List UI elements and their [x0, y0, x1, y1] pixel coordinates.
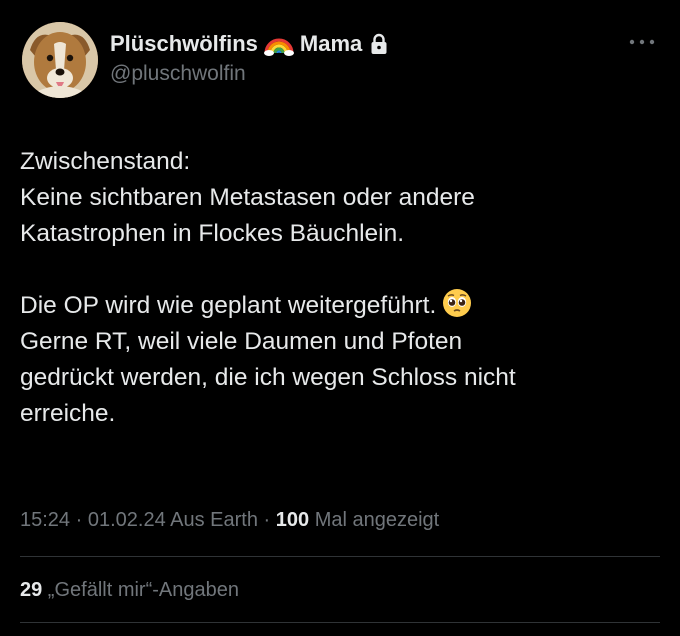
rainbow-emoji-icon [263, 31, 294, 57]
likes-count[interactable]: 29 [20, 579, 42, 601]
more-options-icon[interactable] [628, 34, 656, 45]
tweet-header: Plüschwölfins Mama @pluschwolfin [20, 20, 660, 100]
tweet-stats[interactable]: 29 „Gefällt mir“-Angaben [20, 576, 239, 604]
pleading-face-emoji-icon [442, 288, 472, 318]
tweet-location: Aus Earth [165, 509, 258, 531]
author-handle[interactable]: @pluschwolfin [110, 60, 388, 88]
tweet-line: erreiche. [20, 400, 116, 427]
author-display-name[interactable]: Plüschwölfins Mama [110, 30, 388, 58]
views-count[interactable]: 100 [276, 509, 309, 531]
tweet-line: Katastrophen in Flockes Bäuchlein. [20, 220, 405, 247]
meta-separator: · [70, 509, 88, 531]
tweet: Plüschwölfins Mama @pluschwolfin Zwische… [0, 0, 680, 636]
tweet-meta: 15:24 · 01.02.24 Aus Earth · 100 Mal ang… [20, 506, 439, 534]
tweet-line: Die OP wird wie geplant weitergeführt. [20, 292, 437, 319]
tweet-line: Zwischenstand: [20, 148, 191, 175]
display-name-text: Plüschwölfins [110, 31, 258, 56]
tweet-date[interactable]: 01.02.24 [88, 509, 166, 531]
likes-label[interactable]: „Gefällt mir“-Angaben [42, 579, 239, 601]
dog-avatar-icon [22, 22, 98, 98]
tweet-line: gedrückt werden, die ich wegen Schloss n… [20, 364, 516, 391]
tweet-line-with-emoji: Die OP wird wie geplant weitergeführt. [20, 288, 640, 324]
tweet-line: Keine sichtbaren Metastasen oder andere [20, 184, 475, 211]
display-name-suffix: Mama [299, 31, 363, 56]
avatar[interactable] [22, 22, 98, 98]
author-names: Plüschwölfins Mama @pluschwolfin [110, 30, 388, 88]
meta-separator: · [257, 509, 276, 531]
tweet-text: Zwischenstand: Keine sichtbaren Metastas… [20, 144, 640, 432]
lock-icon [370, 33, 388, 55]
tweet-line: Gerne RT, weil viele Daumen und Pfoten [20, 328, 463, 355]
views-label[interactable]: Mal angezeigt [309, 509, 440, 531]
tweet-time[interactable]: 15:24 [20, 509, 70, 531]
divider [20, 622, 660, 623]
divider [20, 556, 660, 557]
